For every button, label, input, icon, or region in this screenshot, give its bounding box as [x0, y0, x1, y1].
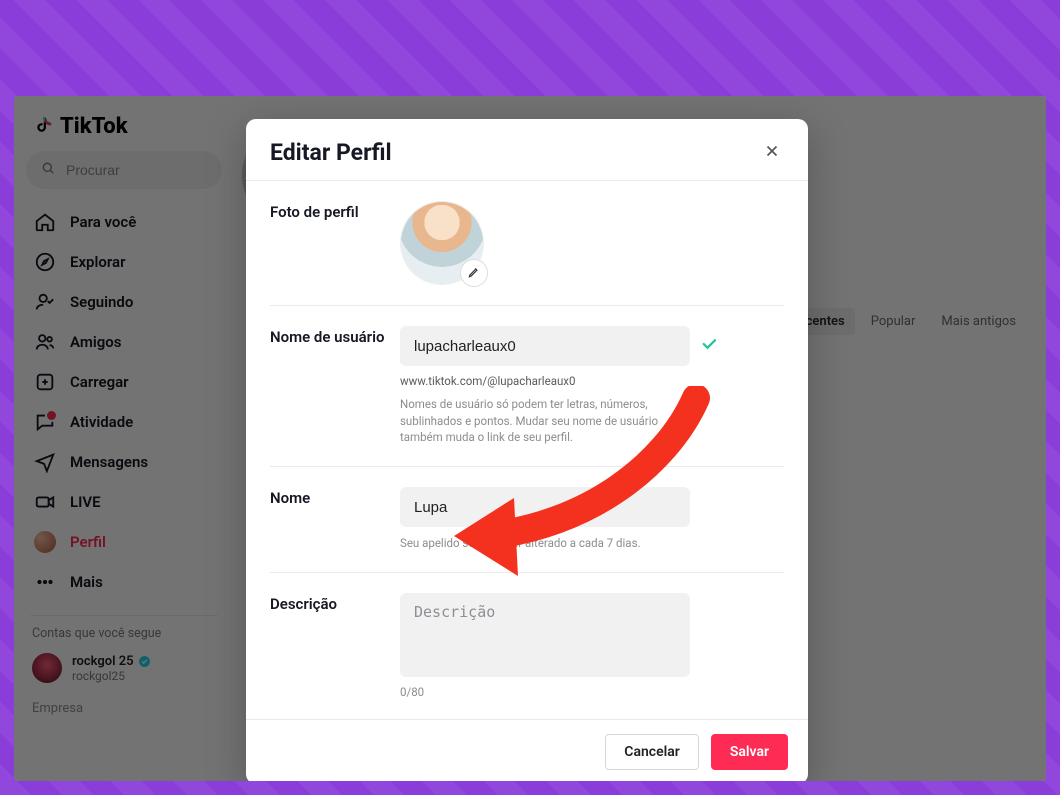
bio-textarea[interactable] [400, 593, 690, 677]
username-help: Nomes de usuário só podem ter letras, nú… [400, 396, 700, 446]
row-name: Nome Seu apelido só pode ser alterado a … [270, 467, 784, 573]
button-label: Cancelar [624, 744, 680, 760]
name-input[interactable] [400, 487, 690, 527]
modal-footer: Cancelar Salvar [246, 719, 808, 781]
modal-header: Editar Perfil [246, 119, 808, 180]
edit-profile-modal: Editar Perfil Foto de perfil [246, 119, 808, 781]
edit-photo-button[interactable] [460, 259, 488, 287]
profile-photo [400, 201, 484, 285]
username-url: www.tiktok.com/@lupacharleaux0 [400, 374, 784, 388]
username-input[interactable] [400, 326, 690, 366]
close-button[interactable] [760, 141, 784, 165]
check-icon [700, 335, 718, 357]
photo-label: Foto de perfil [270, 201, 388, 285]
pencil-icon [467, 264, 481, 283]
row-bio: Descrição 0/80 [270, 573, 784, 719]
name-help: Seu apelido só pode ser alterado a cada … [400, 535, 700, 552]
modal-title: Editar Perfil [270, 139, 392, 166]
username-label: Nome de usuário [270, 326, 388, 446]
modal-body: Foto de perfil Nome de usuário [246, 181, 808, 719]
bio-counter: 0/80 [400, 685, 784, 699]
button-label: Salvar [730, 744, 769, 760]
close-icon [763, 142, 781, 164]
save-button[interactable]: Salvar [711, 734, 788, 770]
bio-label: Descrição [270, 593, 388, 699]
app-window: TikTok Para você Explorar Seguindo [14, 96, 1046, 781]
row-photo: Foto de perfil [270, 181, 784, 306]
name-label: Nome [270, 487, 388, 552]
row-username: Nome de usuário www.tiktok.com/@lupachar… [270, 306, 784, 467]
cancel-button[interactable]: Cancelar [605, 734, 699, 770]
